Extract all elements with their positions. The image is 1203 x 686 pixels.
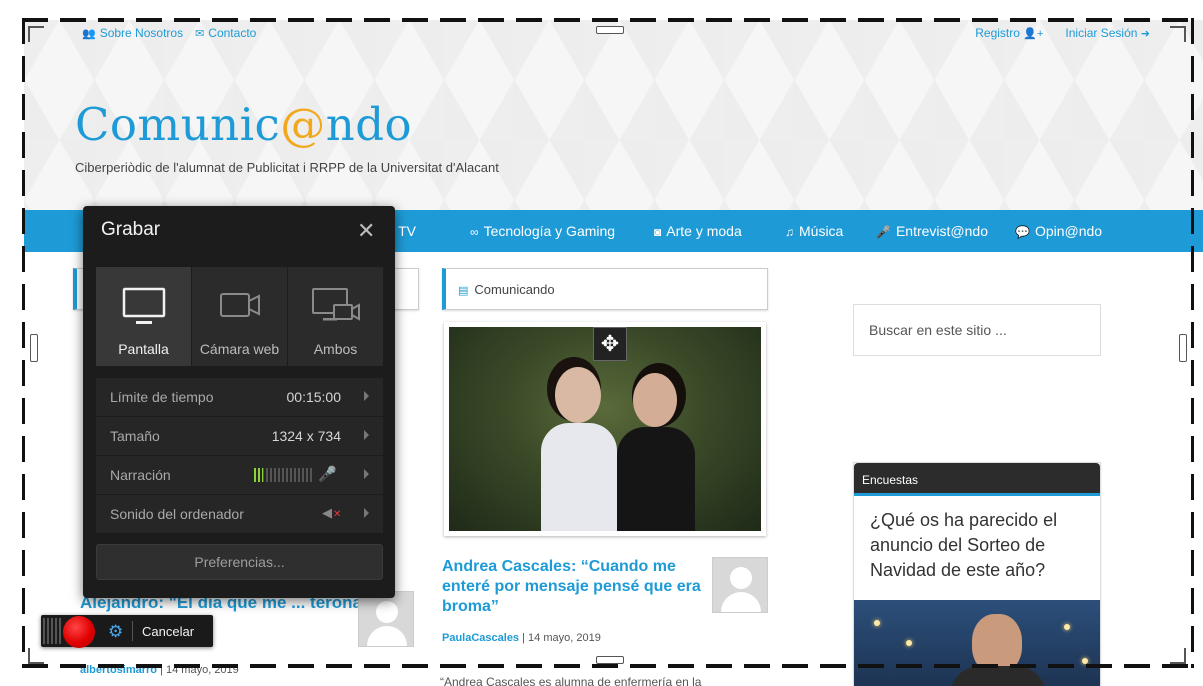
panel-title: Grabar — [101, 219, 161, 240]
site-logo[interactable]: Comunic@ndo — [75, 98, 412, 151]
record-button[interactable] — [63, 616, 95, 648]
comment-icon: 💬 — [1015, 225, 1030, 239]
record-toolbar: ⚙ Cancelar — [41, 615, 213, 648]
login-link[interactable]: Iniciar Sesión ➜ — [1065, 26, 1154, 40]
article-excerpt: “Andrea Cascales es alumna de enfermería… — [440, 675, 702, 686]
mode-webcam-button[interactable]: Cámara web — [192, 267, 287, 366]
microphone-icon: 🎤 — [318, 466, 337, 483]
nav-item-tecnologia[interactable]: ∞ Tecnología y Gaming — [470, 223, 615, 239]
narration-level-meter — [254, 468, 312, 482]
time-limit-setting[interactable]: Límite de tiempo 00:15:00 — [96, 378, 383, 416]
chevron-right-icon — [364, 430, 369, 440]
poll-image — [854, 600, 1100, 686]
nav-item-opinando[interactable]: 💬 Opin@ndo — [1015, 223, 1102, 239]
time-limit-value: 00:15:00 — [286, 389, 342, 405]
gamepad-icon: ∞ — [470, 225, 479, 239]
resize-handle-right[interactable] — [1179, 334, 1187, 362]
speaker-muted-icon: ◀✕ — [322, 505, 342, 520]
chevron-right-icon — [364, 391, 369, 401]
contact-link[interactable]: ✉ Contacto — [195, 26, 256, 40]
poll-widget: Encuestas ¿Qué os ha parecido el anuncio… — [853, 462, 1101, 686]
preferences-button[interactable]: Preferencias... — [96, 544, 383, 580]
resize-handle-bottom-right[interactable] — [1170, 648, 1186, 664]
article-author[interactable]: PaulaCascales — [442, 632, 519, 644]
capture-mode-selector: Pantalla Cámara web Ambos — [96, 267, 383, 366]
article-date: 14 mayo, 2019 — [528, 632, 601, 644]
section-header-comunicando[interactable]: ▤ Comunicando — [442, 268, 768, 310]
user-plus-icon: 👤+ — [1023, 28, 1044, 40]
poll-header: Encuestas — [854, 463, 1100, 496]
chevron-right-icon — [364, 469, 369, 479]
resize-handle-bottom[interactable] — [596, 656, 624, 664]
narration-setting[interactable]: Narración 🎤 — [96, 456, 383, 494]
author-avatar-left — [358, 591, 414, 647]
resize-handle-top-left[interactable] — [28, 26, 44, 42]
nav-item-arte-moda[interactable]: ◙ Arte y moda — [654, 223, 742, 239]
drag-handle-icon[interactable] — [43, 618, 63, 644]
users-icon: 👥 — [82, 28, 96, 40]
capture-frame-right[interactable] — [1191, 18, 1194, 668]
monitor-icon — [122, 287, 165, 324]
sign-in-icon: ➜ — [1140, 28, 1150, 40]
microphone-icon: 🎤 — [876, 225, 891, 239]
move-icon[interactable]: ✥ — [593, 327, 627, 361]
computer-audio-setting[interactable]: Sonido del ordenador ◀✕ — [96, 495, 383, 533]
cancel-button[interactable]: Cancelar — [142, 624, 194, 639]
article-title[interactable]: Andrea Cascales: “Cuando me enteré por m… — [442, 557, 702, 617]
music-icon: ♫ — [785, 225, 794, 239]
mode-both-button[interactable]: Ambos — [288, 267, 383, 366]
monitor-webcam-icon — [311, 288, 360, 321]
capture-frame-top[interactable] — [22, 18, 1194, 22]
toolbar-divider — [132, 621, 133, 641]
mode-screen-button[interactable]: Pantalla — [96, 267, 191, 366]
register-link[interactable]: Registro 👤+ — [975, 26, 1047, 40]
envelope-icon: ✉ — [195, 28, 205, 40]
record-panel: Grabar ✕ Pantalla Cámara web Ambos Límit… — [83, 206, 395, 598]
nav-item-musica[interactable]: ♫ Música — [785, 223, 843, 239]
size-setting[interactable]: Tamaño 1324 x 734 — [96, 417, 383, 455]
resize-handle-top[interactable] — [596, 26, 624, 34]
site-tagline: Ciberperiòdic de l'alumnat de Publicitat… — [75, 160, 499, 175]
webcam-icon — [219, 293, 260, 317]
camera-icon: ◙ — [654, 225, 662, 239]
newspaper-icon: ▤ — [458, 285, 469, 297]
search-input[interactable]: Buscar en este sitio ... — [853, 304, 1101, 356]
nav-item-entrevistando[interactable]: 🎤 Entrevist@ndo — [876, 223, 988, 239]
article-meta: PaulaCascales | 14 mayo, 2019 — [442, 632, 601, 644]
poll-question: ¿Qué os ha parecido el anuncio del Sorte… — [870, 510, 1058, 580]
resize-handle-top-right[interactable] — [1170, 26, 1186, 42]
narration-level-fill — [254, 468, 263, 482]
about-link[interactable]: 👥 Sobre Nosotros — [82, 26, 183, 40]
resize-handle-left[interactable] — [30, 334, 38, 362]
capture-frame-bottom[interactable] — [22, 664, 1194, 668]
resize-handle-bottom-left[interactable] — [28, 648, 44, 664]
author-avatar — [712, 557, 768, 613]
chevron-right-icon — [364, 508, 369, 518]
gear-icon[interactable]: ⚙ — [108, 622, 123, 642]
recording-settings: Límite de tiempo 00:15:00 Tamaño 1324 x … — [96, 378, 383, 534]
size-value: 1324 x 734 — [271, 428, 341, 444]
close-icon[interactable]: ✕ — [357, 218, 375, 244]
capture-frame-left[interactable] — [22, 18, 25, 668]
